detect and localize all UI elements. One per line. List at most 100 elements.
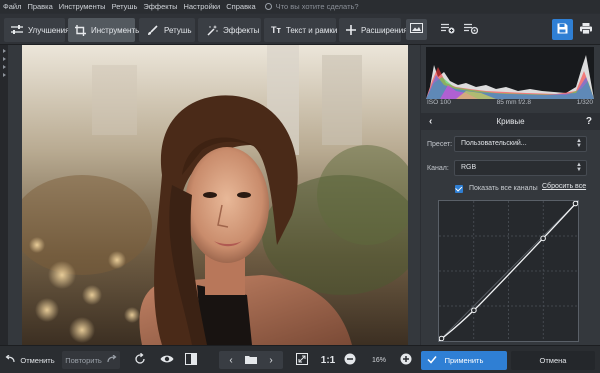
fit-screen-icon: [296, 353, 308, 367]
lens-value: 85 mm f/2.8: [496, 99, 531, 106]
tab-extensions[interactable]: Расширения: [339, 18, 408, 42]
menu-retouch[interactable]: Ретушь: [109, 2, 141, 11]
eye-icon: [160, 354, 174, 366]
curve-control-point[interactable]: [438, 335, 445, 342]
cancel-label: Отмена: [539, 356, 567, 365]
add-to-list-button[interactable]: [437, 19, 458, 40]
menu-effects[interactable]: Эффекты: [140, 2, 180, 11]
search-field[interactable]: Что вы хотите сделать?: [264, 2, 359, 11]
print-icon: [579, 23, 592, 36]
channel-label: Канал:: [427, 165, 449, 172]
folder-icon: [245, 355, 257, 366]
magic-wand-icon: [205, 24, 218, 36]
left-panel-toggle[interactable]: [0, 45, 8, 345]
add-list-icon: [440, 23, 455, 36]
list-settings-button[interactable]: [460, 19, 481, 40]
back-arrow-icon[interactable]: ‹: [429, 116, 432, 127]
brush-icon: [146, 24, 159, 36]
checkbox-checked-icon[interactable]: [455, 184, 463, 193]
tab-label: Инструменты: [91, 25, 141, 35]
expand-arrow-icon: [3, 73, 6, 77]
apply-button[interactable]: Применить: [421, 351, 507, 370]
preset-select[interactable]: Пользовательский... ▲ ▼: [454, 136, 587, 152]
bottom-bar: Отменить Повторить ‹ › 1:1 16% Применить…: [0, 345, 600, 373]
channel-value: RGB: [461, 164, 477, 171]
select-arrows-icon: ▲ ▼: [576, 138, 582, 149]
list-settings-icon: [463, 23, 478, 36]
sliders-icon: [11, 25, 23, 36]
menu-file[interactable]: Файл: [0, 2, 24, 11]
undo-button[interactable]: Отменить: [4, 351, 56, 369]
rotate-button[interactable]: [131, 351, 149, 369]
curves-panel: ISO 100 85 mm f/2.8 1/320 ‹ Кривые ? Пре…: [421, 45, 600, 345]
fit-to-screen-button[interactable]: [293, 351, 311, 369]
next-image-button[interactable]: ›: [262, 351, 280, 369]
redo-label: Повторить: [65, 355, 102, 365]
compare-icon: [185, 353, 197, 367]
zoom-out-button[interactable]: [341, 351, 359, 369]
tab-tools[interactable]: Инструменты: [68, 18, 141, 42]
shutter-value: 1/320: [576, 99, 593, 106]
photo-preview: [22, 45, 408, 345]
image-export-icon: [410, 23, 423, 36]
curves-header: ‹ Кривые ?: [421, 113, 600, 130]
curve-editor[interactable]: [438, 200, 579, 342]
open-folder-button[interactable]: [242, 351, 260, 369]
expand-arrow-icon: [3, 49, 6, 53]
chevron-right-icon: ›: [269, 354, 273, 366]
search-placeholder: Что вы хотите сделать?: [275, 2, 359, 11]
text-icon: Tт: [271, 25, 281, 35]
exif-info: ISO 100 85 mm f/2.8 1/320: [426, 99, 594, 111]
curves-title: Кривые: [496, 117, 525, 126]
rotate-icon: [134, 352, 146, 367]
reset-all-link[interactable]: Сбросить все: [542, 183, 586, 190]
save-button[interactable]: [552, 19, 573, 40]
menu-settings[interactable]: Настройки: [180, 2, 223, 11]
curve-control-point[interactable]: [471, 307, 477, 314]
export-image-button[interactable]: [406, 19, 427, 40]
undo-label: Отменить: [20, 355, 55, 365]
file-navigation: ‹ ›: [219, 351, 283, 369]
channel-select[interactable]: RGB ▲ ▼: [454, 160, 587, 176]
menu-edit[interactable]: Правка: [24, 2, 55, 11]
preset-value: Пользовательский...: [461, 140, 527, 147]
actual-size-button[interactable]: 1:1: [318, 351, 338, 369]
tab-enhancements[interactable]: Улучшения: [4, 18, 69, 42]
menu-bar: Файл Правка Инструменты Ретушь Эффекты Н…: [0, 0, 600, 13]
zoom-level: 16%: [371, 356, 386, 364]
main-toolbar: Улучшения Инструменты Ретушь Эффекты Tт …: [0, 14, 600, 45]
select-arrows-icon: ▲ ▼: [576, 162, 582, 173]
print-button[interactable]: [575, 19, 596, 40]
zoom-in-button[interactable]: [397, 351, 415, 369]
plus-circle-icon: [400, 353, 412, 367]
tab-label: Ретушь: [164, 25, 192, 35]
apply-label: Применить: [444, 356, 484, 365]
show-all-label: Показать все каналы: [469, 185, 538, 192]
redo-icon: [107, 354, 117, 365]
checkmark-icon: [427, 355, 437, 366]
image-canvas[interactable]: [8, 45, 420, 345]
chevron-left-icon: ‹: [229, 354, 233, 366]
curve-control-point[interactable]: [540, 235, 546, 242]
cancel-button[interactable]: Отмена: [511, 351, 595, 370]
redo-button[interactable]: Повторить: [62, 351, 120, 369]
previous-image-button[interactable]: ‹: [222, 351, 240, 369]
compare-button[interactable]: [182, 351, 200, 369]
menu-tools[interactable]: Инструменты: [56, 2, 109, 11]
histogram: [426, 47, 594, 99]
curve-control-point[interactable]: [572, 200, 579, 207]
tab-text-frames[interactable]: Tт Текст и рамки: [264, 18, 337, 42]
expand-arrow-icon: [3, 65, 6, 69]
search-icon: [264, 3, 272, 10]
plus-icon: [346, 25, 356, 36]
undo-icon: [5, 354, 15, 365]
menu-help[interactable]: Справка: [223, 2, 258, 11]
help-icon[interactable]: ?: [586, 116, 592, 127]
expand-arrow-icon: [3, 57, 6, 61]
tab-effects[interactable]: Эффекты: [198, 18, 261, 42]
tab-label: Улучшения: [28, 25, 70, 35]
tab-retouch[interactable]: Ретушь: [139, 18, 195, 42]
show-all-channels-checkbox[interactable]: Показать все каналы: [455, 183, 538, 194]
tab-label: Расширения: [361, 25, 408, 35]
preview-toggle-button[interactable]: [158, 351, 176, 369]
